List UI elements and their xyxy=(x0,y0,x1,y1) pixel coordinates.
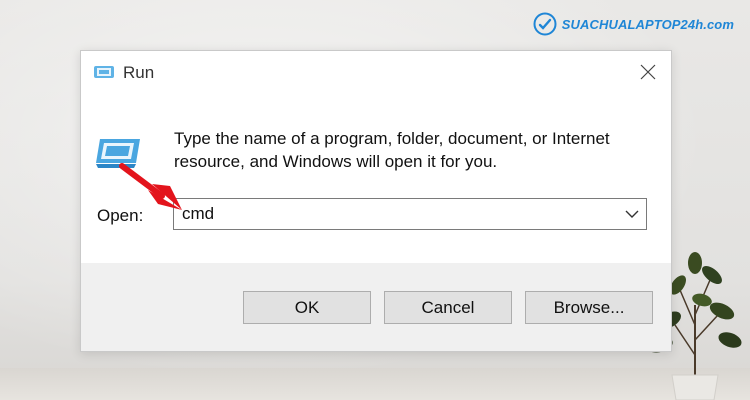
dialog-footer: OK Cancel Browse... xyxy=(81,263,671,351)
close-button[interactable] xyxy=(625,51,671,93)
brand-logo: SUACHUALAPTOP24h.com xyxy=(533,12,734,36)
close-icon xyxy=(640,64,656,80)
ok-button[interactable]: OK xyxy=(243,291,371,324)
run-icon xyxy=(94,66,114,78)
dropdown-button[interactable] xyxy=(618,199,646,229)
description-text: Type the name of a program, folder, docu… xyxy=(174,129,610,171)
window-title: Run xyxy=(123,63,155,82)
brand-mark-icon xyxy=(533,12,557,36)
red-arrow-icon xyxy=(119,163,182,210)
chevron-down-icon xyxy=(625,210,639,218)
open-combobox[interactable]: cmd xyxy=(173,198,647,230)
title-bar[interactable]: Run xyxy=(81,51,671,93)
background-floor xyxy=(0,368,750,400)
browse-button[interactable]: Browse... xyxy=(525,291,653,324)
cancel-button[interactable]: Cancel xyxy=(384,291,512,324)
brand-text: SUACHUALAPTOP24h.com xyxy=(561,16,734,32)
